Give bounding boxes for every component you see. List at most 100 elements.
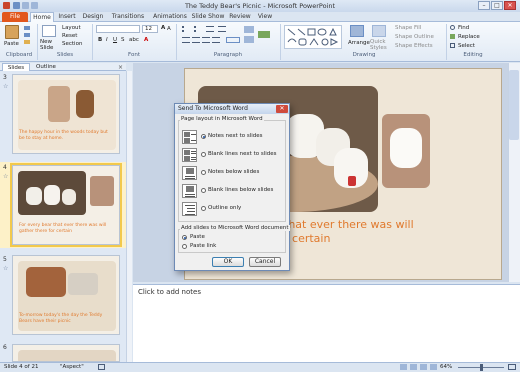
font-size-select[interactable]: 12	[142, 25, 158, 33]
arrange-button-label[interactable]: Arrange	[348, 40, 370, 46]
theme-status: "Aspect"	[60, 364, 84, 370]
align-right-icon[interactable]	[202, 37, 210, 43]
slide-show-icon[interactable]	[430, 364, 437, 370]
bullets-icon[interactable]	[182, 26, 190, 32]
slide-number: 6	[3, 344, 7, 351]
paste-button-label[interactable]: Paste	[4, 41, 19, 47]
slide-thumbnail[interactable]	[12, 344, 120, 362]
tab-slide-show[interactable]: Slide Show	[191, 12, 225, 22]
paste-icon[interactable]	[5, 25, 19, 39]
zoom-level[interactable]: 64%	[440, 364, 452, 370]
tab-outline[interactable]: Outline	[32, 63, 60, 71]
radio-blank-lines-below-slides[interactable]	[201, 188, 206, 193]
tab-view[interactable]: View	[254, 12, 276, 22]
tab-slides[interactable]: Slides	[2, 63, 30, 71]
italic-icon[interactable]: I	[106, 37, 108, 43]
font-name-select[interactable]	[96, 25, 140, 33]
normal-view-icon[interactable]	[400, 364, 407, 370]
text-shadow-icon[interactable]: abc	[129, 37, 139, 43]
tab-animations[interactable]: Animations	[150, 12, 190, 22]
tab-design[interactable]: Design	[80, 12, 106, 22]
replace-icon[interactable]	[450, 34, 455, 39]
reset-button[interactable]: Reset	[62, 33, 77, 39]
shape-fill-button[interactable]: Shape Fill	[395, 25, 421, 31]
scrollbar-thumb[interactable]	[509, 70, 519, 140]
slide-side-photo[interactable]	[382, 114, 430, 188]
shape-outline-button[interactable]: Shape Outline	[395, 34, 434, 40]
find-button[interactable]: Find	[458, 25, 469, 31]
radio-paste[interactable]	[182, 235, 187, 240]
radio-outline-only[interactable]	[201, 206, 206, 211]
underline-icon[interactable]: U	[113, 37, 117, 43]
shrink-font-icon[interactable]: A	[167, 26, 171, 32]
spell-check-icon[interactable]	[98, 364, 105, 370]
new-slide-button-label[interactable]: New Slide	[40, 39, 60, 51]
text-direction-icon[interactable]	[244, 26, 254, 33]
numbering-icon[interactable]	[194, 26, 202, 32]
justify-icon[interactable]	[212, 37, 220, 43]
ok-button[interactable]: OK	[212, 257, 244, 267]
minimize-button[interactable]: –	[478, 1, 490, 10]
format-painter-icon[interactable]	[24, 40, 30, 44]
thumbnail-bear	[26, 187, 42, 205]
tab-review[interactable]: Review	[227, 12, 253, 22]
radio-blank-lines-next-to-slides[interactable]	[201, 152, 206, 157]
radio-notes-next-to-slides[interactable]	[201, 134, 206, 139]
option-paste-link[interactable]: Paste link	[182, 243, 262, 251]
grow-font-icon[interactable]: A	[161, 25, 165, 31]
align-center-icon[interactable]	[192, 37, 200, 43]
dialog-title: Send To Microsoft Word	[175, 104, 289, 114]
align-text-icon[interactable]	[244, 36, 254, 43]
cancel-button[interactable]: Cancel	[249, 257, 281, 267]
fit-to-window-icon[interactable]	[508, 364, 516, 370]
tab-home[interactable]: Home	[30, 12, 54, 22]
quick-styles-button-label[interactable]: Quick Styles	[370, 39, 392, 51]
align-left-icon[interactable]	[182, 37, 190, 43]
tab-insert[interactable]: Insert	[56, 12, 78, 22]
select-button[interactable]: Select	[458, 43, 475, 49]
cut-icon[interactable]	[24, 26, 30, 30]
shapes-gallery-icons	[287, 27, 339, 46]
slide-thumbnail-selected[interactable]: For every bear that ever there was will …	[10, 163, 122, 247]
shape-effects-button[interactable]: Shape Effects	[395, 43, 433, 49]
font-color-icon[interactable]: A	[144, 37, 148, 43]
new-slide-icon[interactable]	[42, 25, 56, 37]
layout-button[interactable]: Layout	[62, 25, 81, 31]
tab-file[interactable]: File	[2, 12, 28, 22]
photo-bear	[390, 128, 422, 168]
slide-thumbnail[interactable]: The happy hour in the woods today but be…	[12, 74, 120, 154]
dialog-close-button[interactable]: ✕	[276, 105, 288, 113]
notes-placeholder[interactable]: Click to add notes	[138, 288, 201, 296]
replace-button[interactable]: Replace	[458, 34, 480, 40]
radio-notes-below-slides[interactable]	[201, 170, 206, 175]
section-button[interactable]: Section	[62, 41, 82, 47]
tab-transitions[interactable]: Transitions	[108, 12, 148, 22]
strikethrough-icon[interactable]: S	[121, 37, 125, 43]
reading-view-icon[interactable]	[420, 364, 427, 370]
select-icon[interactable]	[450, 43, 455, 48]
quick-styles-icon[interactable]	[372, 25, 386, 37]
thumbnail-bear	[62, 189, 76, 205]
smartart-icon[interactable]	[258, 31, 270, 38]
shapes-gallery[interactable]	[284, 25, 342, 49]
arrange-icon[interactable]	[350, 25, 364, 37]
thumbnail-items	[68, 273, 98, 295]
find-icon[interactable]	[450, 25, 455, 30]
ribbon-divider	[446, 24, 447, 60]
increase-indent-icon[interactable]	[218, 26, 226, 32]
slide-sorter-icon[interactable]	[410, 364, 417, 370]
panel-close-icon[interactable]: ×	[118, 64, 123, 71]
slide-thumbnail[interactable]: To-morrow today's the day the Teddy Bear…	[12, 255, 120, 335]
option-paste[interactable]: Paste	[182, 234, 262, 242]
close-button[interactable]: ✕	[504, 1, 516, 10]
bold-icon[interactable]: B	[98, 37, 102, 43]
maximize-button[interactable]: □	[491, 1, 503, 10]
columns-icon[interactable]	[226, 37, 240, 43]
option-label: Paste link	[190, 243, 217, 249]
decrease-indent-icon[interactable]	[206, 26, 214, 32]
slide-body-text[interactable]: that ever there was will r certain	[284, 218, 474, 246]
zoom-slider-thumb[interactable]	[480, 364, 483, 371]
copy-icon[interactable]	[24, 33, 30, 37]
radio-paste-link[interactable]	[182, 244, 187, 249]
slides-panel-scrollbar[interactable]	[126, 71, 132, 362]
